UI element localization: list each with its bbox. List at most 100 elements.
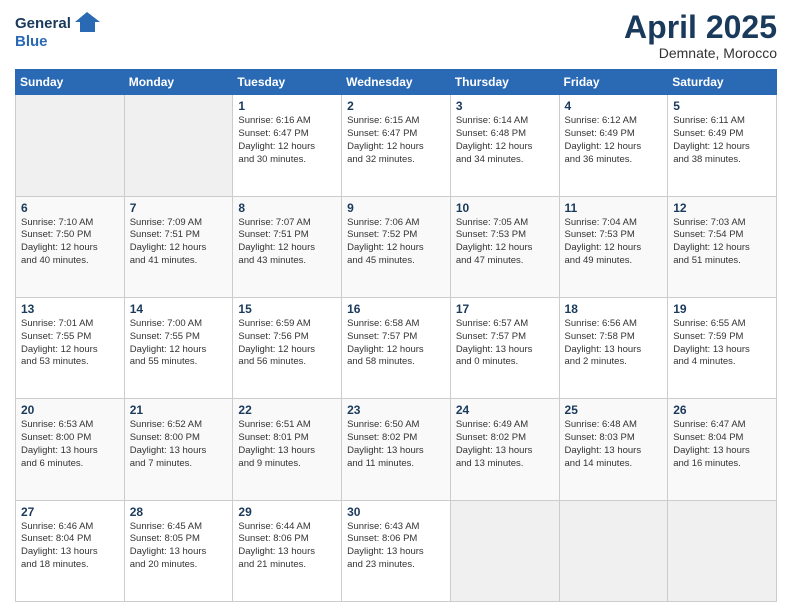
calendar-cell: 21 Sunrise: 6:52 AMSunset: 8:00 PMDayligh…	[124, 399, 233, 500]
day-info: Sunrise: 6:55 AMSunset: 7:59 PMDaylight:…	[673, 318, 771, 369]
weekday-header-row: SundayMondayTuesdayWednesdayThursdayFrid…	[16, 70, 777, 95]
day-info: Sunrise: 6:51 AMSunset: 8:01 PMDaylight:…	[238, 419, 336, 470]
weekday-header: Wednesday	[342, 70, 451, 95]
calendar-cell: 24 Sunrise: 6:49 AMSunset: 8:02 PMDayligh…	[450, 399, 559, 500]
calendar-cell: 23 Sunrise: 6:50 AMSunset: 8:02 PMDayligh…	[342, 399, 451, 500]
day-number: 24	[456, 403, 554, 417]
calendar-cell: 30Sunrise: 6:43 AMSunset: 8:06 PMDayligh…	[342, 500, 451, 601]
day-info: Sunrise: 7:04 AMSunset: 7:53 PMDaylight:…	[565, 217, 663, 268]
calendar-cell	[668, 500, 777, 601]
day-number: 23	[347, 403, 445, 417]
day-number: 22	[238, 403, 336, 417]
day-info: Sunrise: 7:09 AMSunset: 7:51 PMDaylight:…	[130, 217, 228, 268]
day-info: Sunrise: 6:46 AMSunset: 8:04 PMDaylight:…	[21, 521, 119, 572]
day-number: 3	[456, 99, 554, 113]
svg-text:Blue: Blue	[15, 33, 48, 50]
day-number: 10	[456, 201, 554, 215]
calendar-cell: 10 Sunrise: 7:05 AMSunset: 7:53 PMDayligh…	[450, 196, 559, 297]
day-number: 30	[347, 505, 445, 519]
day-number: 26	[673, 403, 771, 417]
day-number: 9	[347, 201, 445, 215]
day-number: 6	[21, 201, 119, 215]
day-info: Sunrise: 6:11 AMSunset: 6:49 PMDaylight:…	[673, 115, 771, 166]
calendar-cell: 26Sunrise: 6:47 AMSunset: 8:04 PMDayligh…	[668, 399, 777, 500]
weekday-header: Monday	[124, 70, 233, 95]
day-number: 12	[673, 201, 771, 215]
day-info: Sunrise: 6:16 AMSunset: 6:47 PMDaylight:…	[238, 115, 336, 166]
day-number: 21	[130, 403, 228, 417]
day-number: 16	[347, 302, 445, 316]
header: General Blue April 2025 Demnate, Morocco	[15, 10, 777, 61]
calendar-cell: 25 Sunrise: 6:48 AMSunset: 8:03 PMDayligh…	[559, 399, 668, 500]
logo-svg: General Blue	[15, 10, 105, 52]
calendar-cell: 17Sunrise: 6:57 AMSunset: 7:57 PMDayligh…	[450, 297, 559, 398]
day-info: Sunrise: 6:53 AMSunset: 8:00 PMDaylight:…	[21, 419, 119, 470]
calendar-cell: 16 Sunrise: 6:58 AMSunset: 7:57 PMDayligh…	[342, 297, 451, 398]
day-info: Sunrise: 7:06 AMSunset: 7:52 PMDaylight:…	[347, 217, 445, 268]
weekday-header: Friday	[559, 70, 668, 95]
day-info: Sunrise: 6:44 AMSunset: 8:06 PMDaylight:…	[238, 521, 336, 572]
calendar-week-row: 20 Sunrise: 6:53 AMSunset: 8:00 PMDayligh…	[16, 399, 777, 500]
day-number: 20	[21, 403, 119, 417]
day-number: 25	[565, 403, 663, 417]
day-number: 28	[130, 505, 228, 519]
day-number: 19	[673, 302, 771, 316]
calendar-cell: 28 Sunrise: 6:45 AMSunset: 8:05 PMDayligh…	[124, 500, 233, 601]
calendar-cell: 6 Sunrise: 7:10 AMSunset: 7:50 PMDaylight…	[16, 196, 125, 297]
weekday-header: Sunday	[16, 70, 125, 95]
calendar-cell: 9 Sunrise: 7:06 AMSunset: 7:52 PMDaylight…	[342, 196, 451, 297]
day-info: Sunrise: 7:01 AMSunset: 7:55 PMDaylight:…	[21, 318, 119, 369]
day-info: Sunrise: 6:59 AMSunset: 7:56 PMDaylight:…	[238, 318, 336, 369]
day-number: 29	[238, 505, 336, 519]
calendar-cell: 8Sunrise: 7:07 AMSunset: 7:51 PMDaylight…	[233, 196, 342, 297]
calendar-cell: 22 Sunrise: 6:51 AMSunset: 8:01 PMDayligh…	[233, 399, 342, 500]
calendar-week-row: 6 Sunrise: 7:10 AMSunset: 7:50 PMDaylight…	[16, 196, 777, 297]
calendar-cell: 13Sunrise: 7:01 AMSunset: 7:55 PMDayligh…	[16, 297, 125, 398]
calendar-cell	[559, 500, 668, 601]
day-number: 11	[565, 201, 663, 215]
day-number: 18	[565, 302, 663, 316]
day-number: 4	[565, 99, 663, 113]
calendar-week-row: 27Sunrise: 6:46 AMSunset: 8:04 PMDayligh…	[16, 500, 777, 601]
day-number: 17	[456, 302, 554, 316]
month-title: April 2025	[624, 10, 777, 45]
day-info: Sunrise: 6:52 AMSunset: 8:00 PMDaylight:…	[130, 419, 228, 470]
day-info: Sunrise: 7:07 AMSunset: 7:51 PMDaylight:…	[238, 217, 336, 268]
weekday-header: Thursday	[450, 70, 559, 95]
day-info: Sunrise: 6:50 AMSunset: 8:02 PMDaylight:…	[347, 419, 445, 470]
calendar-cell	[16, 95, 125, 196]
day-number: 1	[238, 99, 336, 113]
calendar-cell: 18Sunrise: 6:56 AMSunset: 7:58 PMDayligh…	[559, 297, 668, 398]
logo: General Blue	[15, 10, 105, 52]
calendar-cell: 11 Sunrise: 7:04 AMSunset: 7:53 PMDayligh…	[559, 196, 668, 297]
day-number: 7	[130, 201, 228, 215]
day-info: Sunrise: 6:45 AMSunset: 8:05 PMDaylight:…	[130, 521, 228, 572]
calendar-cell: 29 Sunrise: 6:44 AMSunset: 8:06 PMDayligh…	[233, 500, 342, 601]
day-number: 5	[673, 99, 771, 113]
calendar-cell: 14Sunrise: 7:00 AMSunset: 7:55 PMDayligh…	[124, 297, 233, 398]
day-info: Sunrise: 6:49 AMSunset: 8:02 PMDaylight:…	[456, 419, 554, 470]
day-info: Sunrise: 6:14 AMSunset: 6:48 PMDaylight:…	[456, 115, 554, 166]
weekday-header: Tuesday	[233, 70, 342, 95]
svg-text:General: General	[15, 15, 71, 32]
day-info: Sunrise: 7:05 AMSunset: 7:53 PMDaylight:…	[456, 217, 554, 268]
calendar-table: SundayMondayTuesdayWednesdayThursdayFrid…	[15, 69, 777, 602]
calendar-cell: 15Sunrise: 6:59 AMSunset: 7:56 PMDayligh…	[233, 297, 342, 398]
calendar-cell: 1 Sunrise: 6:16 AMSunset: 6:47 PMDaylight…	[233, 95, 342, 196]
calendar-cell: 3 Sunrise: 6:14 AMSunset: 6:48 PMDaylight…	[450, 95, 559, 196]
day-info: Sunrise: 6:15 AMSunset: 6:47 PMDaylight:…	[347, 115, 445, 166]
calendar-cell: 7 Sunrise: 7:09 AMSunset: 7:51 PMDaylight…	[124, 196, 233, 297]
day-info: Sunrise: 7:10 AMSunset: 7:50 PMDaylight:…	[21, 217, 119, 268]
calendar-cell	[450, 500, 559, 601]
day-number: 14	[130, 302, 228, 316]
day-info: Sunrise: 6:58 AMSunset: 7:57 PMDaylight:…	[347, 318, 445, 369]
calendar-cell	[124, 95, 233, 196]
calendar-week-row: 1 Sunrise: 6:16 AMSunset: 6:47 PMDaylight…	[16, 95, 777, 196]
day-info: Sunrise: 7:03 AMSunset: 7:54 PMDaylight:…	[673, 217, 771, 268]
calendar-cell: 19 Sunrise: 6:55 AMSunset: 7:59 PMDayligh…	[668, 297, 777, 398]
weekday-header: Saturday	[668, 70, 777, 95]
day-number: 2	[347, 99, 445, 113]
calendar-cell: 12 Sunrise: 7:03 AMSunset: 7:54 PMDayligh…	[668, 196, 777, 297]
title-area: April 2025 Demnate, Morocco	[624, 10, 777, 61]
day-info: Sunrise: 6:48 AMSunset: 8:03 PMDaylight:…	[565, 419, 663, 470]
